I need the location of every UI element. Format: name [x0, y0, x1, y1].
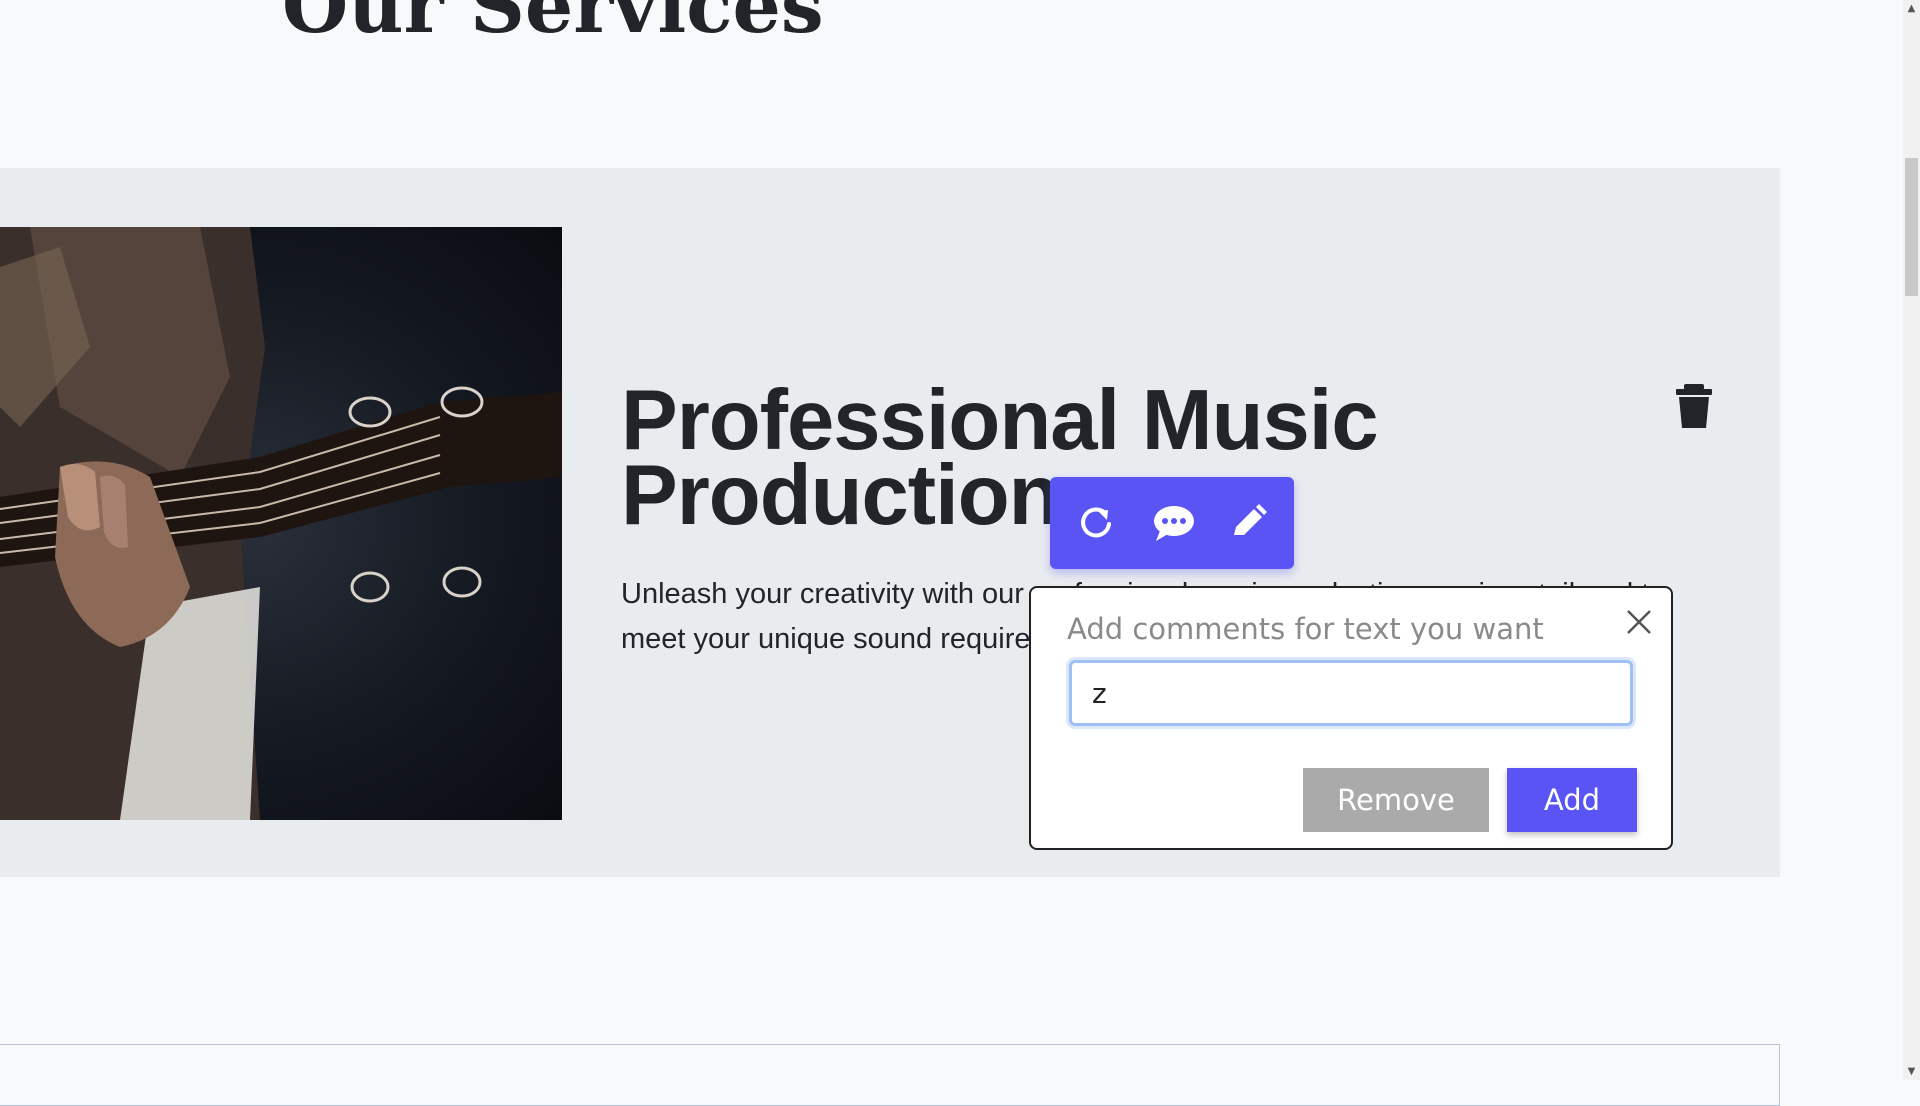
- trash-icon: [1676, 384, 1712, 428]
- comment-popup-label: Add comments for text you want: [1067, 612, 1544, 646]
- text-toolbar: [1050, 477, 1294, 569]
- guitar-image: [0, 227, 562, 820]
- edit-button[interactable]: [1224, 499, 1272, 547]
- scroll-up-icon[interactable]: ▲: [1903, 0, 1920, 17]
- remove-button[interactable]: Remove: [1303, 768, 1489, 832]
- scrollbar[interactable]: ▲ ▼: [1903, 0, 1920, 1080]
- refresh-icon: [1081, 507, 1111, 538]
- scroll-thumb[interactable]: [1905, 158, 1918, 296]
- close-icon[interactable]: [1625, 608, 1653, 636]
- pencil-icon: [1234, 504, 1267, 535]
- regenerate-button[interactable]: [1072, 499, 1120, 547]
- comment-input[interactable]: [1069, 660, 1633, 726]
- next-section-box: [0, 1044, 1780, 1106]
- scroll-down-icon[interactable]: ▼: [1903, 1063, 1920, 1080]
- delete-button[interactable]: [1674, 382, 1714, 430]
- comment-popup: Add comments for text you want Remove Ad…: [1029, 586, 1673, 850]
- page-title: Our Services: [282, 0, 824, 50]
- comment-icon: [1154, 506, 1194, 541]
- comment-button[interactable]: [1150, 499, 1198, 547]
- add-button[interactable]: Add: [1507, 768, 1637, 832]
